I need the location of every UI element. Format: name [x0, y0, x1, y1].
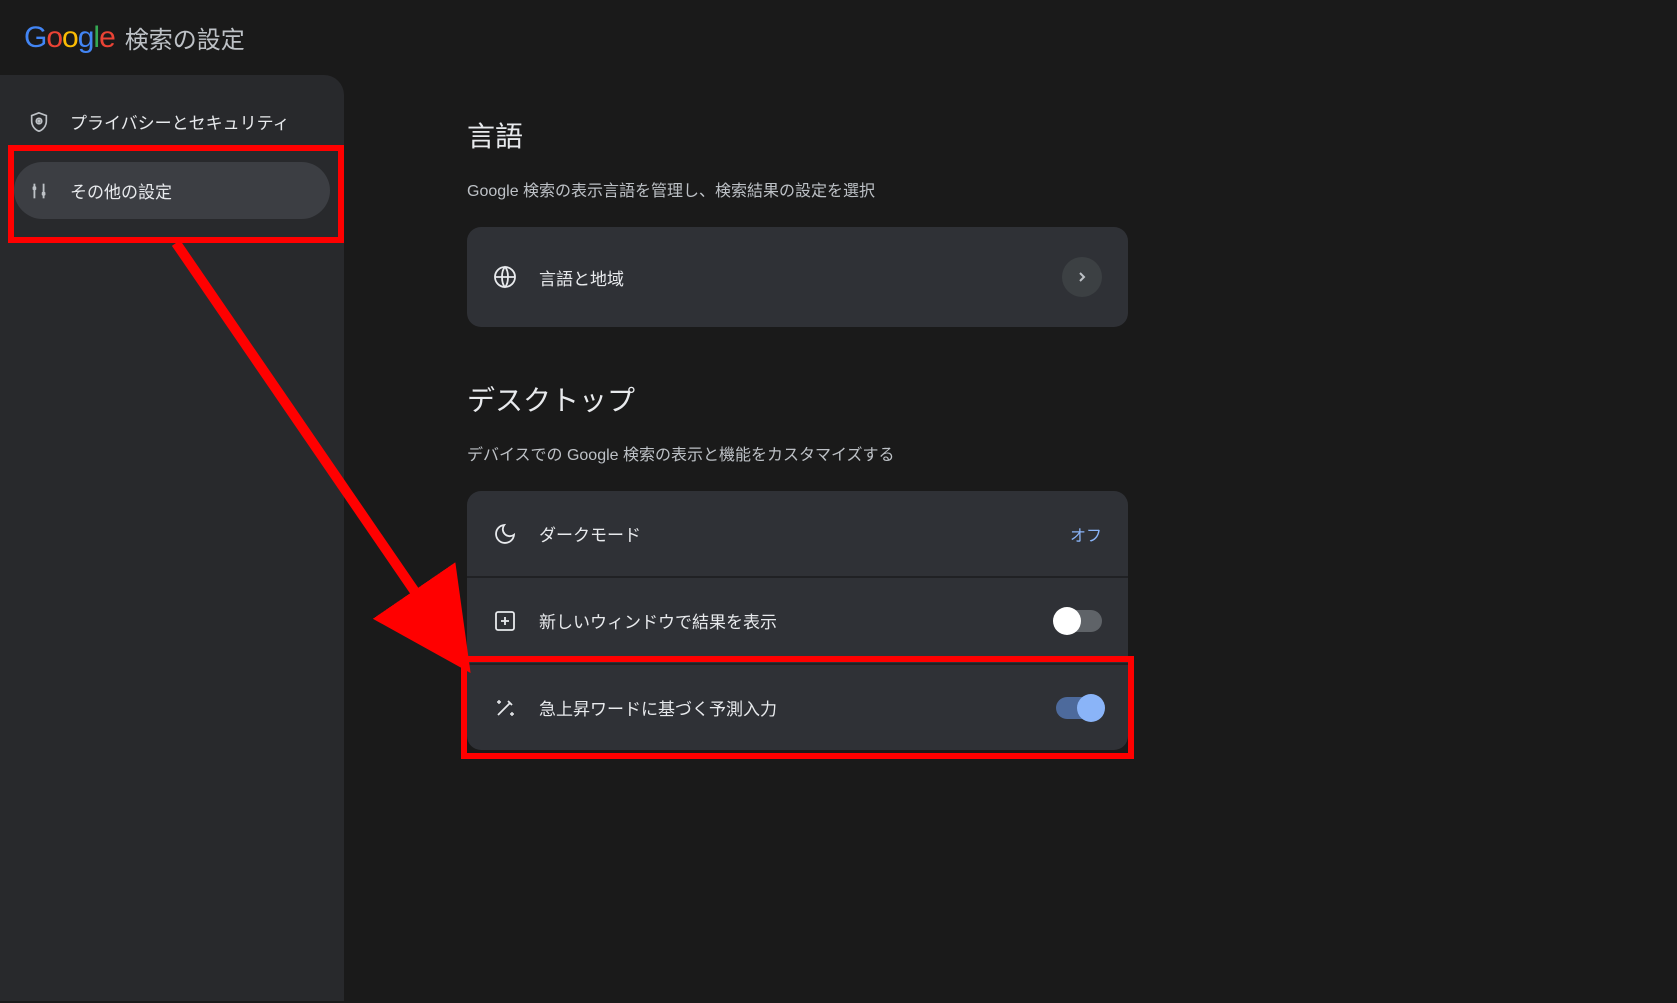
shield-icon — [28, 111, 50, 133]
row-new-window-results[interactable]: 新しいウィンドウで結果を表示 — [467, 576, 1128, 663]
section-title-language: 言語 — [467, 115, 1677, 155]
header: Google 検索の設定 — [0, 0, 1677, 75]
row-value: オフ — [1070, 522, 1102, 546]
card-group-language: 言語と地域 — [467, 227, 1128, 327]
sliders-icon — [28, 180, 50, 202]
section-desc-desktop: デバイスでの Google 検索の表示と機能をカスタマイズする — [467, 441, 1677, 465]
moon-icon — [493, 522, 517, 546]
google-logo: Google — [24, 21, 115, 55]
sidebar: プライバシーとセキュリティ その他の設定 — [0, 75, 344, 1001]
page-title: 検索の設定 — [125, 20, 245, 55]
row-language-region[interactable]: 言語と地域 — [467, 227, 1128, 327]
magic-wand-icon — [493, 696, 517, 720]
row-label: 急上昇ワードに基づく予測入力 — [539, 695, 1034, 720]
section-title-desktop: デスクトップ — [467, 379, 1677, 419]
row-label: ダークモード — [539, 521, 1048, 546]
row-label: 言語と地域 — [539, 265, 1040, 290]
row-dark-mode[interactable]: ダークモード オフ — [467, 491, 1128, 576]
main-content: 言語 Google 検索の表示言語を管理し、検索結果の設定を選択 言語と地域 — [344, 75, 1677, 1001]
row-label: 新しいウィンドウで結果を表示 — [539, 608, 1034, 633]
toggle-autocomplete-trends[interactable] — [1056, 697, 1102, 719]
toggle-new-window[interactable] — [1056, 610, 1102, 632]
section-desc-language: Google 検索の表示言語を管理し、検索結果の設定を選択 — [467, 177, 1677, 201]
sidebar-item-label: プライバシーとセキュリティ — [70, 109, 290, 134]
card-group-desktop: ダークモード オフ 新しいウィンドウで結果を表示 — [467, 491, 1128, 750]
new-window-icon — [493, 609, 517, 633]
globe-icon — [493, 265, 517, 289]
row-autocomplete-trends[interactable]: 急上昇ワードに基づく予測入力 — [467, 663, 1128, 750]
sidebar-item-privacy-security[interactable]: プライバシーとセキュリティ — [14, 93, 330, 150]
sidebar-item-other-settings[interactable]: その他の設定 — [14, 162, 330, 219]
sidebar-item-label: その他の設定 — [70, 178, 172, 203]
chevron-right-icon — [1062, 257, 1102, 297]
